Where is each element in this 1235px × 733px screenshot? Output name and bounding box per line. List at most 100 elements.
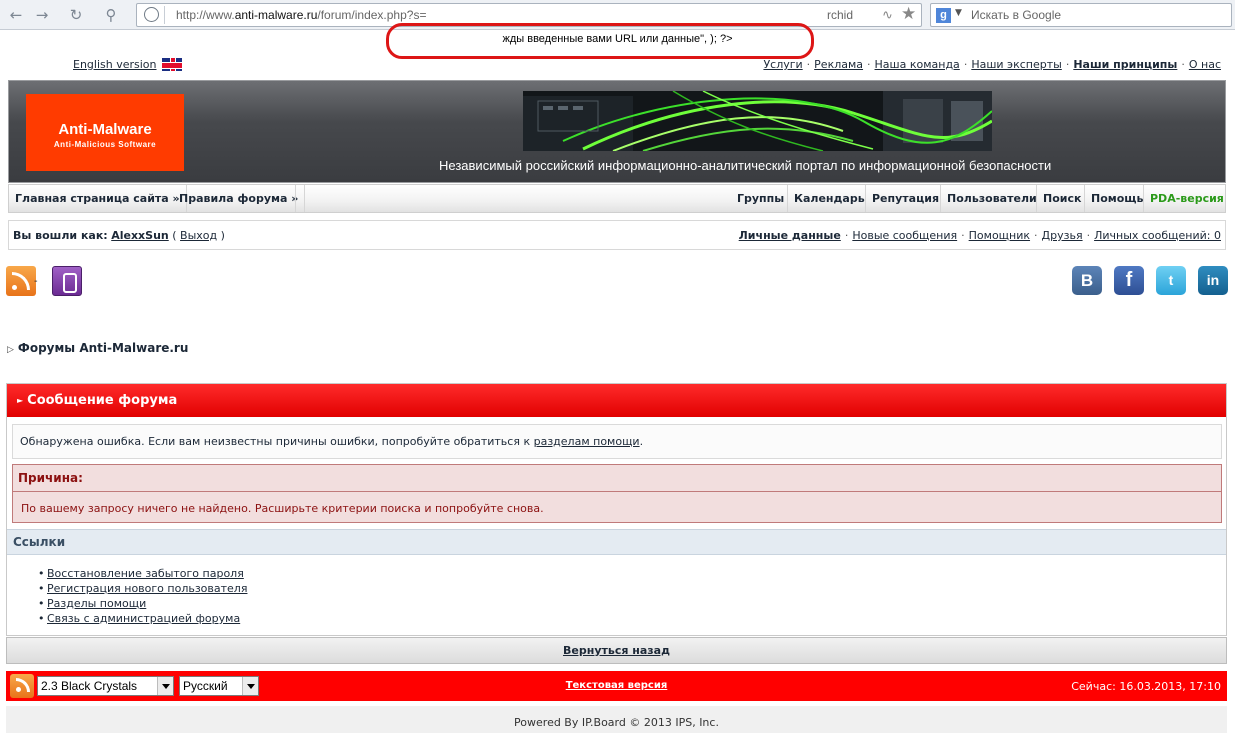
feed-icon[interactable]: ∿: [882, 8, 893, 23]
url-domain: anti-malware.ru: [234, 8, 318, 22]
reason-box: Причина: По вашему запросу ничего не най…: [12, 464, 1222, 523]
rss-icon[interactable]: [6, 266, 36, 296]
top-link-separator: ·: [963, 58, 968, 71]
top-link-separator: ·: [1181, 58, 1185, 71]
username-link[interactable]: AlexxSun: [111, 229, 169, 242]
message-header: ► Сообщение форума: [7, 384, 1226, 417]
mobile-icon[interactable]: [52, 266, 82, 296]
login-info: Вы вошли как: AlexxSun ( Выход ): [13, 229, 225, 242]
google-icon[interactable]: g: [936, 8, 951, 23]
icon-dash: -: [34, 276, 38, 287]
bookmark-star-icon[interactable]: ★: [901, 4, 916, 24]
new-posts-link[interactable]: Новые сообщения: [852, 229, 957, 242]
user-links: Личные данные · Новые сообщения · Помощник · Д…: [739, 229, 1221, 242]
nav-pda[interactable]: PDA-версия: [1143, 185, 1230, 212]
current-time: Сейчас: 16.03.2013, 17:10: [1071, 680, 1221, 693]
logo-subtitle: Anti-Malicious Software: [53, 140, 157, 149]
url-prefix: http://www.: [176, 8, 235, 22]
error-text: Обнаружена ошибка. Если вам неизвестны п…: [20, 435, 534, 448]
friends-link[interactable]: Друзья: [1042, 229, 1083, 242]
help-sections-link[interactable]: разделам помощи: [534, 435, 640, 448]
nav-divider: [295, 185, 296, 212]
linkedin-icon[interactable]: in: [1198, 266, 1228, 295]
paren-open: (: [172, 229, 177, 242]
top-link-separator: ·: [806, 58, 811, 71]
vkontakte-icon[interactable]: B: [1072, 266, 1102, 295]
go-back-link[interactable]: Вернуться назад: [563, 644, 670, 657]
text-version: Текстовая версия: [6, 680, 1227, 691]
top-link-about[interactable]: О нас: [1189, 58, 1221, 71]
site-logo[interactable]: Anti-Malware Anti-Malicious Software: [26, 94, 184, 171]
nav-search[interactable]: Поиск: [1036, 185, 1087, 212]
error-message: Обнаружена ошибка. Если вам неизвестны п…: [12, 424, 1222, 459]
key-icon[interactable]: ⚲: [101, 5, 121, 25]
banner-image-graphic: [523, 91, 992, 151]
text-version-link[interactable]: Текстовая версия: [566, 680, 668, 691]
site-banner: Anti-Malware Anti-Malicious Software Нез…: [8, 80, 1226, 183]
logged-in-label: Вы вошли как:: [13, 229, 108, 242]
twitter-icon[interactable]: t: [1156, 266, 1186, 295]
footer-bar: 2.3 Black Crystals Русский Текстовая вер…: [6, 671, 1227, 701]
logout-link[interactable]: Выход: [180, 229, 217, 242]
paren-close: ): [220, 229, 225, 242]
back-bar: Вернуться назад: [6, 637, 1227, 664]
nav-users[interactable]: Пользователи: [940, 185, 1043, 212]
forum-message-box: ► Сообщение форума Обнаружена ошибка. Есл…: [6, 383, 1227, 636]
search-placeholder[interactable]: Искать в Google: [971, 8, 1061, 22]
list-item: Связь с администрацией форума: [38, 611, 247, 626]
top-link-team[interactable]: Наша команда: [875, 58, 960, 71]
profile-link[interactable]: Личные данные: [739, 229, 841, 242]
highlight-circle: [386, 23, 814, 59]
reason-title: Причина:: [13, 465, 1221, 492]
address-divider: [164, 6, 165, 24]
header-arrow-icon: ►: [17, 396, 24, 405]
google-search-box[interactable]: g ▼ Искать в Google: [930, 3, 1232, 27]
messages-link[interactable]: Личных сообщений: 0: [1094, 229, 1221, 242]
nav-groups[interactable]: Группы: [731, 185, 790, 212]
breadcrumb: ▷ Форумы Anti-Malware.ru: [7, 341, 188, 355]
assistant-link[interactable]: Помощник: [969, 229, 1030, 242]
url-path: /forum/index.php?s=: [317, 8, 427, 22]
english-version-link[interactable]: English version: [73, 58, 157, 71]
message-title: Сообщение форума: [27, 393, 178, 408]
breadcrumb-arrow-icon: ▷: [7, 345, 14, 355]
reason-text: По вашему запросу ничего не найдено. Рас…: [21, 502, 544, 515]
uk-flag-icon[interactable]: [162, 58, 182, 71]
top-link-ads[interactable]: Реклама: [814, 58, 863, 71]
user-bar: Вы вошли как: AlexxSun ( Выход ) Личные …: [8, 220, 1226, 250]
facebook-icon[interactable]: f: [1114, 266, 1144, 295]
top-link-experts[interactable]: Наши эксперты: [971, 58, 1062, 71]
nav-calendar[interactable]: Календарь: [787, 185, 871, 212]
links-header: Ссылки: [7, 529, 1226, 555]
help-link[interactable]: Разделы помощи: [47, 597, 146, 610]
user-link-separator: ·: [1034, 229, 1038, 242]
register-link[interactable]: Регистрация нового пользователя: [47, 582, 247, 595]
user-link-separator: ·: [1086, 229, 1091, 242]
list-item: Восстановление забытого пароля: [38, 566, 247, 581]
nav-reputation[interactable]: Репутация: [865, 185, 945, 212]
search-engine-dropdown-icon[interactable]: ▼: [955, 8, 962, 18]
user-link-separator: ·: [961, 229, 965, 242]
back-icon[interactable]: ←: [6, 5, 26, 25]
error-text-end: .: [639, 435, 644, 448]
breadcrumb-forums[interactable]: Форумы Anti-Malware.ru: [18, 341, 188, 355]
site-tagline: Независимый российский информационно-ана…: [439, 158, 1052, 173]
restore-password-link[interactable]: Восстановление забытого пароля: [47, 567, 244, 580]
nav-home[interactable]: Главная страница сайта »: [9, 185, 187, 212]
user-link-separator: ·: [844, 229, 849, 242]
list-item: Регистрация нового пользователя: [38, 581, 247, 596]
globe-icon: [144, 7, 159, 22]
logo-title: Anti-Malware: [58, 121, 152, 138]
contact-admin-link[interactable]: Связь с администрацией форума: [47, 612, 240, 625]
top-link-separator: ·: [1065, 58, 1070, 71]
top-link-services[interactable]: Услуги: [763, 58, 802, 71]
main-navbar: Главная страница сайта » Правила форума …: [8, 184, 1226, 213]
top-link-principles[interactable]: Наши принципы: [1073, 58, 1177, 71]
forward-icon[interactable]: →: [32, 5, 52, 25]
powered-by: Powered By IP.Board © 2013 IPS, Inc.: [6, 706, 1227, 733]
nav-help[interactable]: Помощь: [1084, 185, 1149, 212]
top-link-separator: ·: [867, 58, 871, 71]
address-text[interactable]: http://www.anti-malware.ru/forum/index.p…: [176, 8, 426, 22]
nav-rules[interactable]: Правила форума »: [173, 185, 306, 212]
reload-icon[interactable]: ↻: [66, 5, 86, 25]
